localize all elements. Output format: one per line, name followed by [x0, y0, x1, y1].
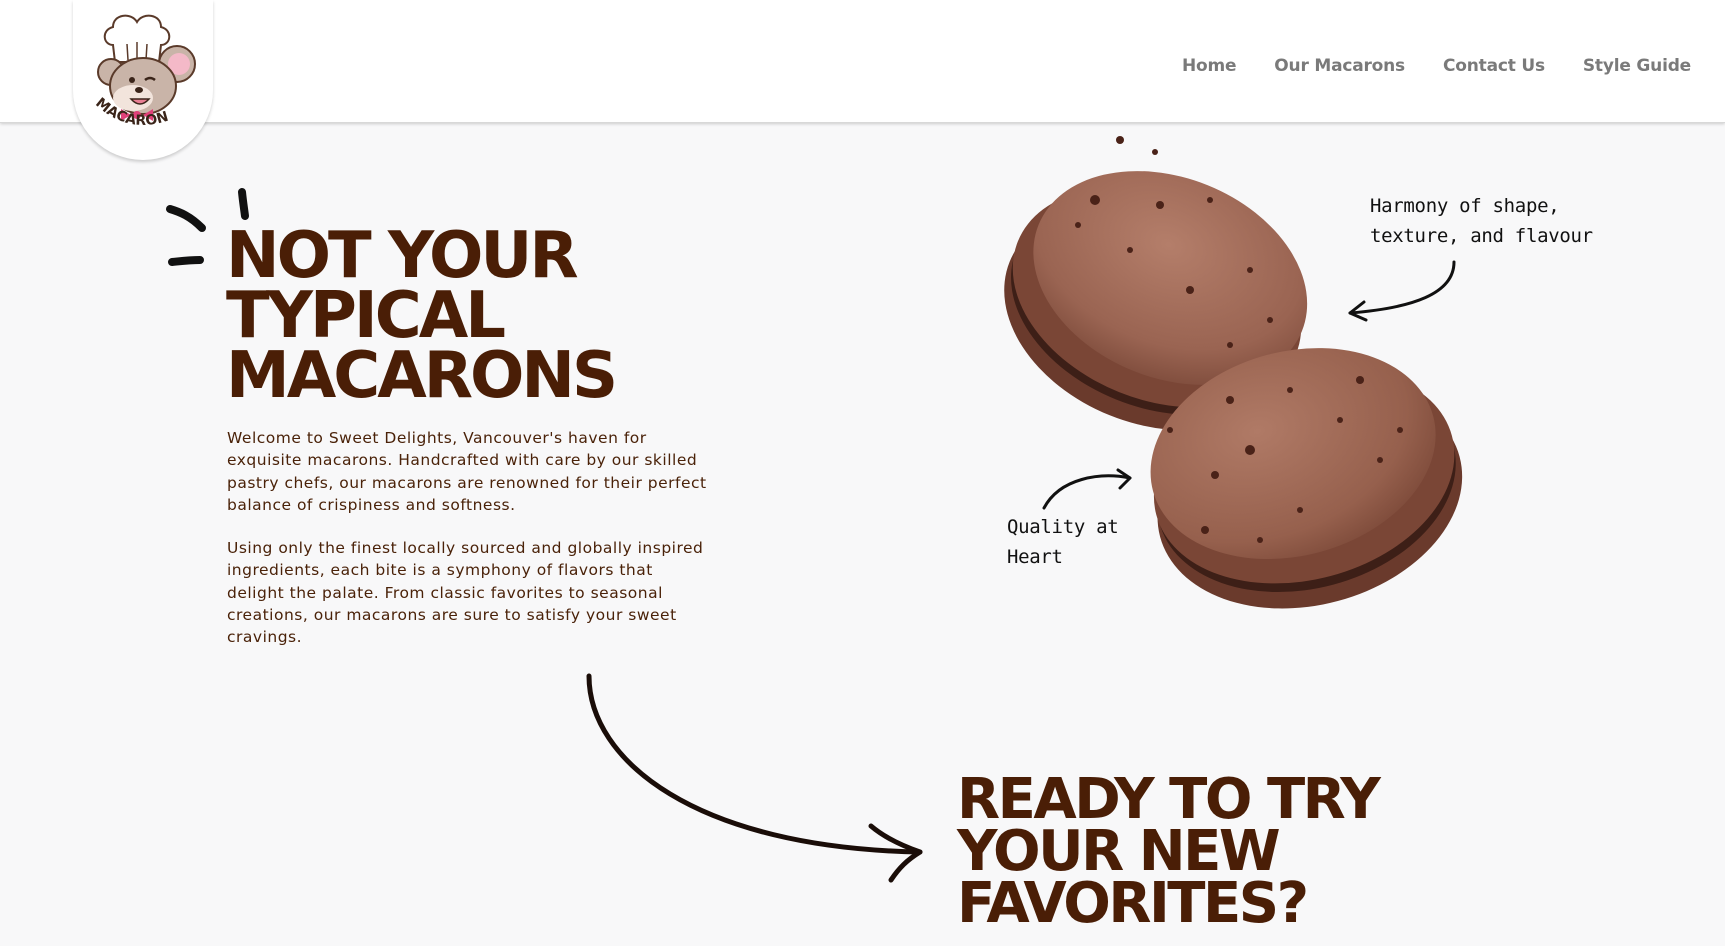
hero-title: NOT YOUR TYPICAL MACARONS	[226, 219, 746, 413]
cta-title-line: FAVORITES?	[957, 871, 1309, 936]
nav-home-link[interactable]: Home	[1182, 56, 1237, 76]
logo[interactable]: MACARON	[73, 0, 213, 160]
main-nav: Home Our Macarons Contact Us Style Guide	[1182, 56, 1691, 76]
hero-paragraph-1: Welcome to Sweet Delights, Vancouver's h…	[227, 429, 707, 514]
site-header: Home Our Macarons Contact Us Style Guide	[0, 0, 1725, 123]
annotation-arrow-icon	[1042, 468, 1132, 510]
hero-title-line: TYPICAL	[226, 279, 506, 353]
cta-title: READY TO TRY YOUR NEW FAVORITES?	[957, 772, 1477, 936]
mouse-chef-logo-icon: MACARON	[92, 14, 196, 129]
hero-paragraph-2: Using only the finest locally sourced an…	[227, 539, 704, 647]
hero-title-line: MACARONS	[226, 339, 618, 413]
nav-contact-us-link[interactable]: Contact Us	[1443, 56, 1545, 76]
nav-our-macarons-link[interactable]: Our Macarons	[1274, 56, 1405, 76]
annotation-harmony: Harmony of shape, texture, and flavour	[1370, 195, 1593, 247]
annotation-arrow-icon	[1348, 260, 1456, 322]
curved-arrow-icon	[586, 673, 923, 883]
nav-style-guide-link[interactable]: Style Guide	[1583, 56, 1691, 76]
annotation-quality: Quality at Heart	[1007, 516, 1119, 568]
hero-title-line: NOT YOUR	[226, 219, 579, 293]
